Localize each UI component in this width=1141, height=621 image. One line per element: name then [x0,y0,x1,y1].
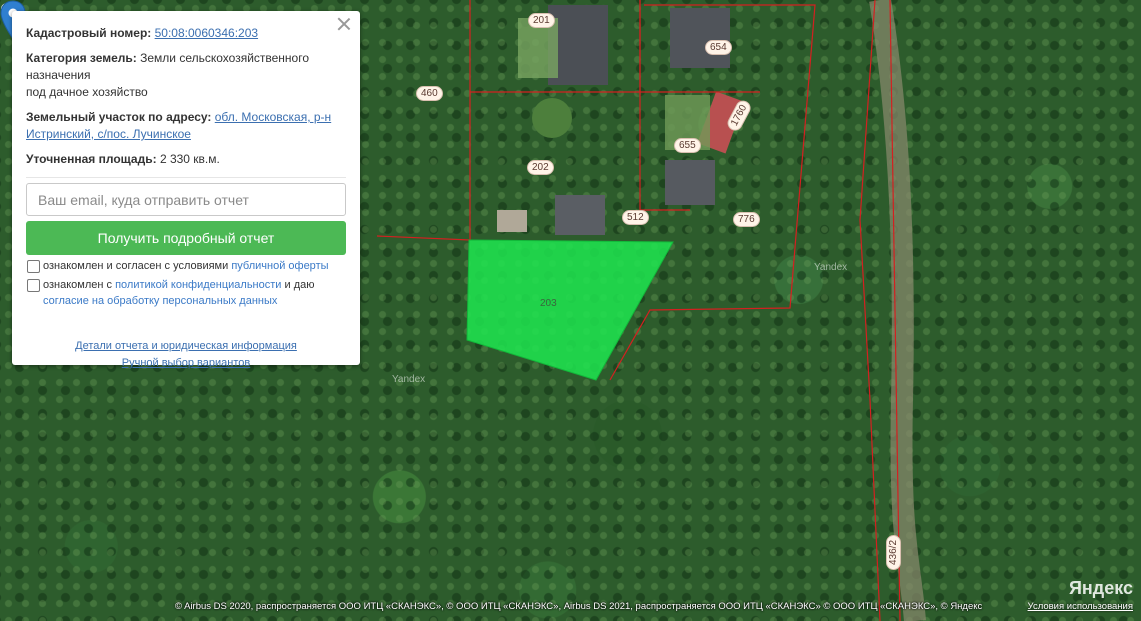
parcel-label: 436/2 [886,534,902,571]
parcel-label: 201 [528,13,555,28]
yandex-logo: Яндекс [1068,578,1133,598]
address-label: Земельный участок по адресу: [26,110,212,124]
terms-of-use-link[interactable]: Условия использования [1028,601,1133,612]
map-attribution: © Airbus DS 2020, распространяется ООО И… [175,601,983,612]
parcel-label: 655 [674,138,701,153]
area-value: 2 330 кв.м. [159,152,220,166]
parcel-label: 202 [527,160,554,175]
divider [26,177,346,178]
building [670,8,730,68]
offer-consent-row: ознакомлен и согласен с условиями публич… [26,258,346,274]
road [869,0,926,621]
cadastral-number-row: Кадастровый номер: 50:08:0060346:203 [26,25,346,42]
panel-footer-links: Детали отчета и юридическая информация Р… [26,338,346,372]
public-offer-link[interactable]: публичной оферты [231,260,328,272]
parcel-label: 203 [540,298,557,309]
map-watermark: Yandex [392,374,426,385]
privacy-consent-checkbox[interactable] [27,279,40,292]
report-details-link[interactable]: Детали отчета и юридическая информация [75,340,297,352]
manual-selection-link[interactable]: Ручной выбор вариантов [122,357,250,369]
parcel-label: 512 [622,210,649,225]
address-row: Земельный участок по адресу: обл. Москов… [26,109,346,143]
building [497,210,527,232]
parcel-label: 460 [416,86,443,101]
map-watermark: Yandex [814,262,848,273]
parcel-label: 654 [705,40,732,55]
cadastral-number-label: Кадастровый номер: [26,26,152,40]
land-category-row: Категория земель: Земли сельскохозяйстве… [26,50,346,101]
cadastral-number-link[interactable]: 50:08:0060346:203 [155,26,258,40]
privacy-consent-row: ознакомлен с политикой конфиденциальност… [26,277,346,309]
selected-parcel [466,239,674,381]
close-icon[interactable] [336,16,352,32]
area-row: Уточненная площадь: 2 330 кв.м. [26,151,346,168]
get-report-button[interactable]: Получить подробный отчет [26,221,346,255]
building [555,195,605,235]
land-category-label: Категория земель: [26,51,137,65]
privacy-consent-text: ознакомлен с [43,279,113,291]
parcel-info-panel: Кадастровый номер: 50:08:0060346:203 Кат… [12,11,360,369]
parcel-label: 776 [733,212,760,227]
privacy-policy-link[interactable]: политикой конфиденциальности [115,279,281,291]
personal-data-consent-link[interactable]: согласие на обработку персональных данны… [43,295,277,307]
privacy-consent-text-2: и даю [284,279,315,291]
offer-consent-text: ознакомлен и согласен с условиями [43,260,229,272]
building [665,160,715,205]
offer-consent-checkbox[interactable] [27,260,40,273]
land-category-value-2: под дачное хозяйство [26,85,148,99]
email-field[interactable] [26,183,346,216]
area-label: Уточненная площадь: [26,152,157,166]
